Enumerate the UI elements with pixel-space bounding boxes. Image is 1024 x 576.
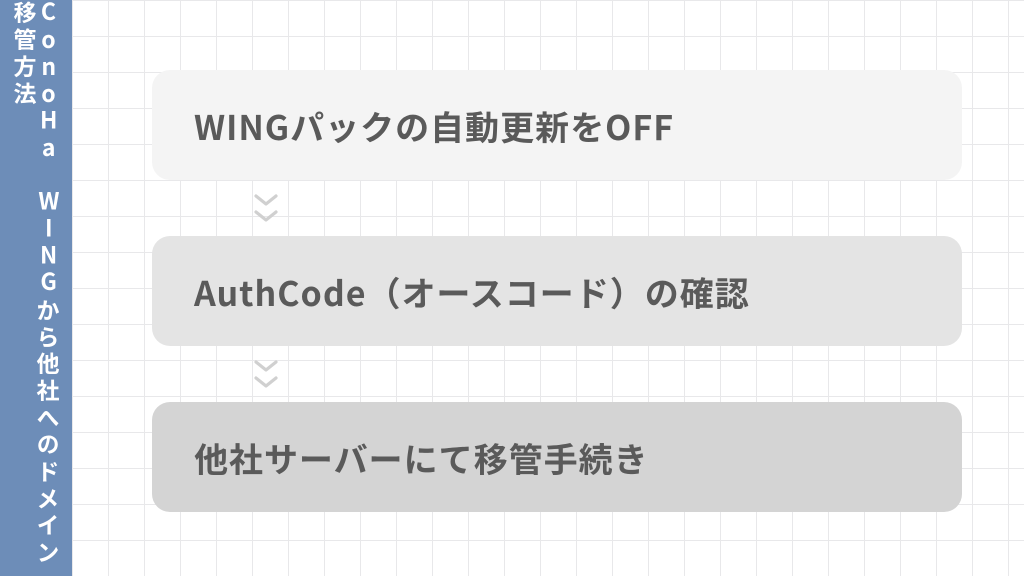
step-label: AuthCode（オースコード）の確認 — [194, 267, 750, 316]
chevron-down-icon — [252, 193, 280, 207]
step-card-3: 他社サーバーにて移管手続き — [152, 402, 962, 512]
step-label: WINGパックの自動更新をOFF — [194, 101, 674, 150]
arrow-connector-2 — [152, 346, 962, 402]
chevron-down-icon — [252, 375, 280, 389]
chevron-down-icon — [252, 359, 280, 373]
sidebar-title: ConoHa WINGから他社へのドメイン移管方法 — [13, 0, 59, 576]
arrow-connector-1 — [152, 180, 962, 236]
step-card-1: WINGパックの自動更新をOFF — [152, 70, 962, 180]
step-card-2: AuthCode（オースコード）の確認 — [152, 236, 962, 346]
sidebar: ConoHa WINGから他社へのドメイン移管方法 — [0, 0, 72, 576]
content-area: WINGパックの自動更新をOFF AuthCode（オースコード）の確認 他社サ… — [72, 0, 1024, 576]
step-label: 他社サーバーにて移管手続き — [194, 433, 649, 482]
chevron-down-icon — [252, 209, 280, 223]
